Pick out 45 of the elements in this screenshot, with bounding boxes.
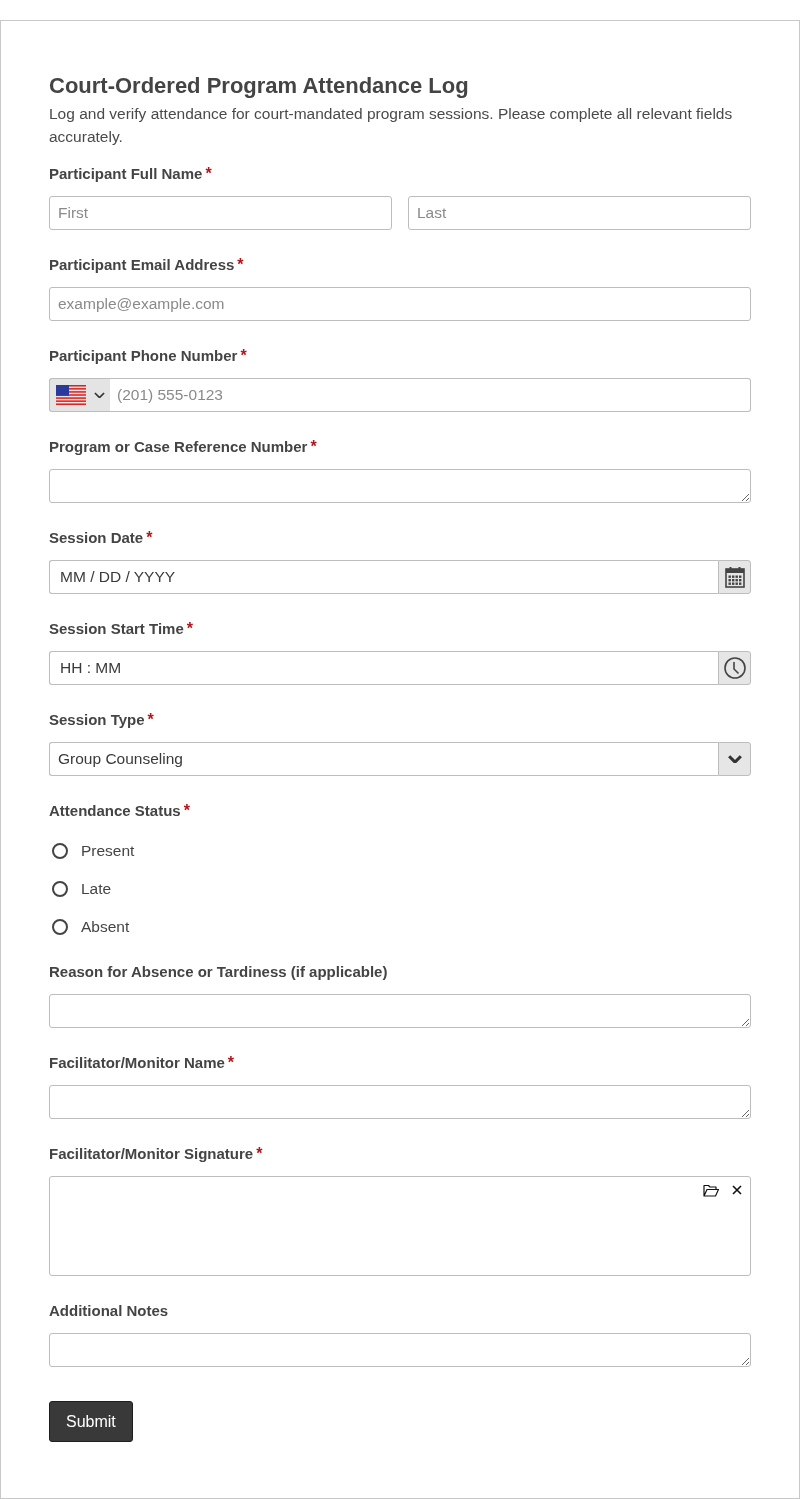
field-label: Reason for Absence or Tardiness (if applicable) <box>49 962 388 982</box>
clock-button[interactable] <box>718 651 751 685</box>
required-asterisk: * <box>205 164 212 184</box>
required-asterisk: * <box>186 619 193 639</box>
field-label: Facilitator/Monitor Name <box>49 1053 225 1073</box>
email-input[interactable]: example@example.com <box>49 287 751 321</box>
calendar-icon <box>724 566 745 588</box>
calendar-button[interactable] <box>718 560 751 594</box>
radio-label[interactable]: Absent <box>81 918 130 936</box>
required-asterisk: * <box>310 437 317 457</box>
required-asterisk: * <box>240 346 247 366</box>
close-icon <box>732 1185 742 1195</box>
chevron-down-icon <box>727 754 742 764</box>
form-title: Court-Ordered Program Attendance Log <box>49 72 470 100</box>
clock-icon <box>723 657 746 679</box>
field-label: Participant Phone Number <box>49 346 238 366</box>
required-asterisk: * <box>237 255 244 275</box>
field-label: Session Date <box>49 528 144 548</box>
field-label: Session Start Time <box>49 619 184 639</box>
field-label: Participant Email Address <box>49 255 235 275</box>
required-asterisk: * <box>147 710 154 730</box>
submit-button[interactable]: Submit <box>49 1401 133 1442</box>
radio-button[interactable] <box>52 843 68 859</box>
field-label: Attendance Status <box>49 801 181 821</box>
radio-button[interactable] <box>52 881 68 897</box>
select-field[interactable]: Group Counseling <box>49 742 718 776</box>
required-asterisk: * <box>227 1053 235 1073</box>
dropdown-button[interactable] <box>718 742 751 776</box>
radio-label[interactable]: Present <box>81 842 135 860</box>
field-label: Facilitator/Monitor Signature <box>49 1144 254 1164</box>
required-asterisk: * <box>183 801 190 821</box>
required-asterisk: * <box>256 1144 263 1164</box>
radio-label[interactable]: Late <box>81 880 112 898</box>
folder-icon <box>703 1183 719 1197</box>
name-input[interactable]: First <box>49 196 392 230</box>
name-input[interactable]: Last <box>408 196 751 230</box>
field-label: Program or Case Reference Number <box>49 437 308 457</box>
date-input[interactable]: MM / DD / YYYY <box>49 560 718 594</box>
radio-button[interactable] <box>52 919 68 935</box>
required-asterisk: * <box>146 528 153 548</box>
field-label: Additional Notes <box>49 1301 169 1321</box>
field-label: Participant Full Name <box>49 164 203 184</box>
time-input[interactable]: HH : MM <box>49 651 718 685</box>
form-description: Log and verify attendance for court-mandated program sessions. Please complete all relevant fields accurately. <box>49 104 734 147</box>
field-label: Session Type <box>49 710 145 730</box>
